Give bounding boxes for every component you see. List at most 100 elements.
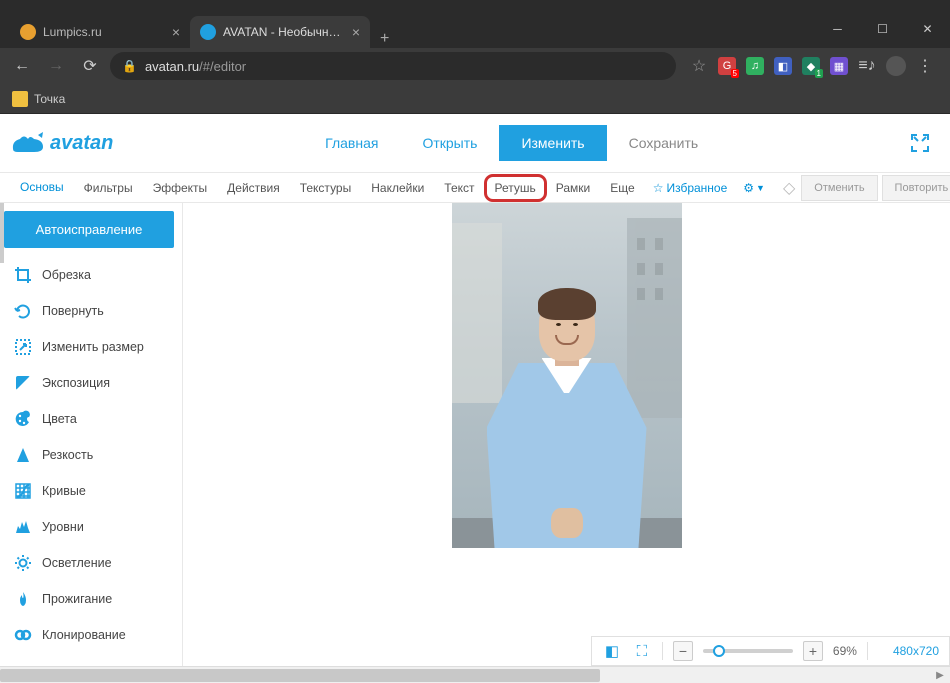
sidebar-item-label: Осветление [42, 556, 112, 570]
sidebar-item-label: Уровни [42, 520, 84, 534]
layers-icon[interactable]: ◇ [777, 178, 801, 198]
logo-text: avatan [50, 132, 113, 155]
sidebar-item-exposure[interactable]: Экспозиция [4, 366, 174, 400]
sidebar-item-label: Кривые [42, 484, 86, 498]
zoom-slider[interactable] [703, 649, 793, 653]
app-header: avatan Главная Открыть Изменить Сохранит… [0, 114, 950, 172]
bookmark-folder-icon [12, 91, 28, 107]
fit-screen-icon[interactable]: ⛶ [632, 643, 652, 660]
menu-icon[interactable]: ⋮ [916, 57, 934, 75]
sidebar-item-label: Обрезка [42, 268, 91, 282]
flame-icon [14, 590, 32, 608]
maximize-button[interactable]: ☐ [860, 14, 905, 44]
sidebar-item-label: Цвета [42, 412, 77, 426]
toolbar: Основы Фильтры Эффекты Действия Текстуры… [0, 172, 950, 203]
url-path: /#/editor [199, 59, 246, 74]
scrollbar[interactable] [0, 203, 4, 263]
extension-icon[interactable]: ▦ [830, 57, 848, 75]
bookmark-star-icon[interactable]: ☆ [690, 57, 708, 75]
bookmark-item[interactable]: Точка [34, 92, 65, 106]
close-tab-icon[interactable]: × [172, 24, 180, 40]
crop-icon [14, 266, 32, 284]
close-tab-icon[interactable]: × [352, 24, 360, 40]
tool-tab-basics[interactable]: Основы [10, 172, 74, 203]
image-dimensions: 480x720 [878, 644, 939, 658]
omnibox[interactable]: 🔒 avatan.ru/#/editor [110, 52, 676, 80]
sidebar-item-colors[interactable]: Цвета [4, 402, 174, 436]
close-window-button[interactable]: ✕ [905, 14, 950, 44]
new-tab-button[interactable]: + [370, 30, 399, 48]
rotate-icon [14, 302, 32, 320]
resize-icon [14, 338, 32, 356]
fullscreen-icon[interactable] [910, 133, 930, 153]
menu-open[interactable]: Открыть [400, 125, 499, 161]
sidebar-item-burn[interactable]: Прожигание [4, 582, 174, 616]
palette-icon [14, 410, 32, 428]
bookmarks-bar: Точка [0, 84, 950, 114]
tab-title: Lumpics.ru [43, 25, 165, 39]
minimize-button[interactable]: ─ [815, 14, 860, 44]
favicon-icon [20, 24, 36, 40]
menu-home[interactable]: Главная [303, 125, 400, 161]
horizontal-scrollbar[interactable]: ▶ [0, 666, 950, 683]
sidebar: Автоисправление Обрезка Повернуть Измени… [0, 203, 183, 666]
zoom-in-button[interactable]: + [803, 641, 823, 661]
profile-avatar[interactable] [886, 56, 906, 76]
tool-tab-frames[interactable]: Рамки [546, 173, 600, 203]
redo-button[interactable]: Повторить [882, 175, 950, 201]
clone-icon [14, 626, 32, 644]
lock-icon: 🔒 [122, 59, 137, 73]
tool-tab-retouch[interactable]: Ретушь [484, 174, 547, 202]
exposure-icon [14, 374, 32, 392]
extension-icon[interactable]: ◆1 [802, 57, 820, 75]
tool-tab-text[interactable]: Текст [434, 173, 484, 203]
gear-icon: ⚙ [743, 181, 754, 195]
sidebar-item-levels[interactable]: Уровни [4, 510, 174, 544]
sidebar-item-rotate[interactable]: Повернуть [4, 294, 174, 328]
tool-tab-effects[interactable]: Эффекты [143, 173, 218, 203]
reload-button[interactable]: ⟳ [76, 52, 104, 80]
forward-button[interactable]: → [42, 52, 70, 80]
tool-tab-more[interactable]: Еще [600, 173, 644, 203]
tool-tab-filters[interactable]: Фильтры [74, 173, 143, 203]
zoom-bar: ◧ ⛶ − + 69% 480x720 [591, 636, 950, 666]
tool-tab-textures[interactable]: Текстуры [290, 173, 362, 203]
playlist-icon[interactable]: ≡♪ [858, 57, 876, 75]
favicon-icon [200, 24, 216, 40]
sidebar-item-label: Резкость [42, 448, 93, 462]
sidebar-item-crop[interactable]: Обрезка [4, 258, 174, 292]
sidebar-item-resize[interactable]: Изменить размер [4, 330, 174, 364]
curves-icon [14, 482, 32, 500]
sharpness-icon [14, 446, 32, 464]
undo-button[interactable]: Отменить [801, 175, 877, 201]
logo[interactable]: avatan [10, 131, 113, 155]
extension-icon[interactable]: G5 [718, 57, 736, 75]
edited-photo [452, 203, 682, 548]
compare-icon[interactable]: ◧ [602, 642, 622, 660]
zoom-out-button[interactable]: − [673, 641, 693, 661]
back-button[interactable]: ← [8, 52, 36, 80]
sidebar-item-clone[interactable]: Клонирование [4, 618, 174, 652]
canvas[interactable] [452, 203, 682, 548]
sidebar-item-curves[interactable]: Кривые [4, 474, 174, 508]
chevron-down-icon: ▼ [756, 183, 765, 193]
tool-tab-actions[interactable]: Действия [217, 173, 290, 203]
tool-favorites[interactable]: ☆Избранное [645, 181, 736, 195]
tool-tab-stickers[interactable]: Наклейки [361, 173, 434, 203]
url-host: avatan.ru [145, 59, 199, 74]
canvas-area: ◧ ⛶ − + 69% 480x720 [183, 203, 950, 666]
sidebar-item-lighten[interactable]: Осветление [4, 546, 174, 580]
sidebar-item-sharpness[interactable]: Резкость [4, 438, 174, 472]
star-icon: ☆ [653, 181, 664, 195]
browser-tab[interactable]: Lumpics.ru × [10, 16, 190, 48]
extension-icon[interactable]: ◧ [774, 57, 792, 75]
sun-icon [14, 554, 32, 572]
auto-fix-button[interactable]: Автоисправление [4, 211, 174, 248]
browser-tab-active[interactable]: AVATAN - Необычный Фоторед.. × [190, 16, 370, 48]
menu-edit[interactable]: Изменить [499, 125, 606, 161]
extension-icon[interactable]: ♫ [746, 57, 764, 75]
zoom-percent: 69% [833, 644, 857, 658]
sidebar-item-label: Экспозиция [42, 376, 110, 390]
settings-dropdown[interactable]: ⚙▼ [735, 181, 773, 195]
menu-save[interactable]: Сохранить [607, 125, 721, 161]
